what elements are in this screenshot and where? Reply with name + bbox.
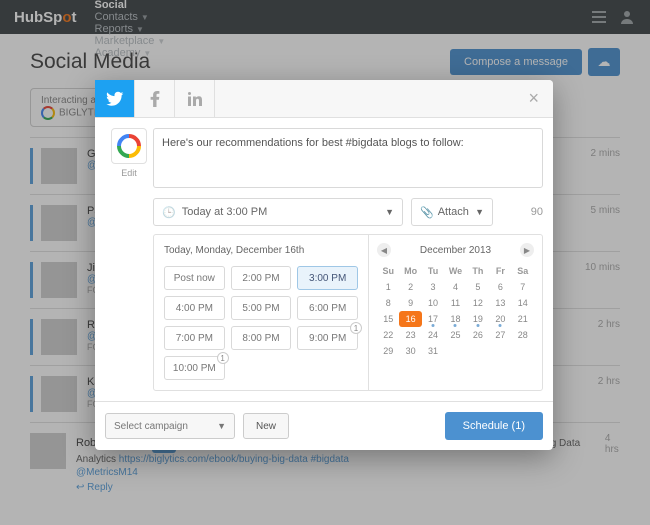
char-count: 90 — [501, 198, 543, 226]
cal-day[interactable]: 27 — [489, 327, 511, 343]
schedule-value: Today at 3:00 PM — [182, 206, 268, 218]
chevron-down-icon: ▼ — [217, 421, 226, 431]
cal-day[interactable]: 10 — [422, 295, 444, 311]
cal-day[interactable]: 29 — [377, 343, 399, 359]
schedule-dropdown[interactable]: 🕒 Today at 3:00 PM ▼ — [153, 198, 403, 226]
compose-textarea[interactable] — [153, 128, 543, 188]
cal-day[interactable]: 22 — [377, 327, 399, 343]
cal-day[interactable]: 1 — [377, 279, 399, 295]
cal-day[interactable]: 11 — [444, 295, 466, 311]
time-slot-button[interactable]: 4:00 PM — [164, 296, 225, 320]
cal-dow: We — [444, 263, 466, 279]
cal-day[interactable]: 8 — [377, 295, 399, 311]
cal-day[interactable]: 2 — [399, 279, 421, 295]
chevron-down-icon: ▼ — [475, 207, 484, 217]
account-avatar[interactable] — [111, 128, 147, 164]
time-slot-button[interactable]: 5:00 PM — [231, 296, 292, 320]
cal-day[interactable]: 25 — [444, 327, 466, 343]
campaign-select[interactable]: Select campaign ▼ — [105, 413, 235, 439]
cal-day[interactable]: 30 — [399, 343, 421, 359]
cal-next-button[interactable]: ▶ — [520, 243, 534, 257]
network-tabs: × — [95, 80, 553, 118]
edit-account-link[interactable]: Edit — [105, 168, 153, 178]
time-slot-button[interactable]: 2:00 PM — [231, 266, 292, 290]
tab-twitter[interactable] — [95, 80, 135, 117]
cal-month: December 2013 — [420, 245, 491, 256]
tab-facebook[interactable] — [135, 80, 175, 117]
cal-day[interactable]: 21 — [512, 311, 534, 327]
time-slot-button[interactable]: 8:00 PM — [231, 326, 292, 350]
cal-dow: Sa — [512, 263, 534, 279]
cal-day[interactable]: 17 — [422, 311, 444, 327]
attach-label: Attach — [438, 206, 469, 218]
cal-day[interactable]: 24 — [422, 327, 444, 343]
cal-day[interactable]: 5 — [467, 279, 489, 295]
calendar: ◀ December 2013 ▶ SuMoTuWeThFrSa12345678… — [368, 235, 542, 390]
cal-dow: Su — [377, 263, 399, 279]
compose-modal: × Edit 🕒 Today at 3:00 PM ▼ 📎 Attach ▼ 9… — [95, 80, 553, 450]
new-campaign-button[interactable]: New — [243, 413, 289, 439]
time-slot-button[interactable]: 6:00 PM — [297, 296, 358, 320]
cal-day[interactable]: 31 — [422, 343, 444, 359]
clock-icon: 🕒 — [162, 206, 176, 219]
cal-day[interactable]: 20 — [489, 311, 511, 327]
attach-icon: 📎 — [420, 206, 434, 219]
cal-dow: Th — [467, 263, 489, 279]
cal-day[interactable]: 7 — [512, 279, 534, 295]
cal-day[interactable]: 13 — [489, 295, 511, 311]
cal-day[interactable]: 14 — [512, 295, 534, 311]
close-icon[interactable]: × — [514, 80, 553, 117]
time-slot-button[interactable]: Post now — [164, 266, 225, 290]
cal-dow: Mo — [399, 263, 421, 279]
cal-day[interactable]: 12 — [467, 295, 489, 311]
cal-day[interactable]: 26 — [467, 327, 489, 343]
cal-day[interactable]: 3 — [422, 279, 444, 295]
schedule-panel: Today, Monday, December 16th Post now2:0… — [153, 234, 543, 391]
cal-day[interactable]: 9 — [399, 295, 421, 311]
time-slot-button[interactable]: 10:00 PM1 — [164, 356, 225, 380]
schedule-button[interactable]: Schedule (1) — [445, 412, 543, 440]
time-slot-button[interactable]: 3:00 PM — [297, 266, 358, 290]
campaign-placeholder: Select campaign — [114, 421, 188, 432]
cal-day[interactable]: 15 — [377, 311, 399, 327]
attach-dropdown[interactable]: 📎 Attach ▼ — [411, 198, 493, 226]
cal-day[interactable]: 28 — [512, 327, 534, 343]
time-slot-button[interactable]: 7:00 PM — [164, 326, 225, 350]
cal-day[interactable]: 19 — [467, 311, 489, 327]
cal-day[interactable]: 18 — [444, 311, 466, 327]
cal-dow: Fr — [489, 263, 511, 279]
cal-dow: Tu — [422, 263, 444, 279]
time-slot-button[interactable]: 9:00 PM1 — [297, 326, 358, 350]
cal-day[interactable]: 16 — [399, 311, 421, 327]
cal-day[interactable]: 6 — [489, 279, 511, 295]
cal-day[interactable]: 4 — [444, 279, 466, 295]
date-heading: Today, Monday, December 16th — [164, 245, 358, 256]
cal-day[interactable]: 23 — [399, 327, 421, 343]
tab-linkedin[interactable] — [175, 80, 215, 117]
cal-prev-button[interactable]: ◀ — [377, 243, 391, 257]
chevron-down-icon: ▼ — [385, 207, 394, 217]
